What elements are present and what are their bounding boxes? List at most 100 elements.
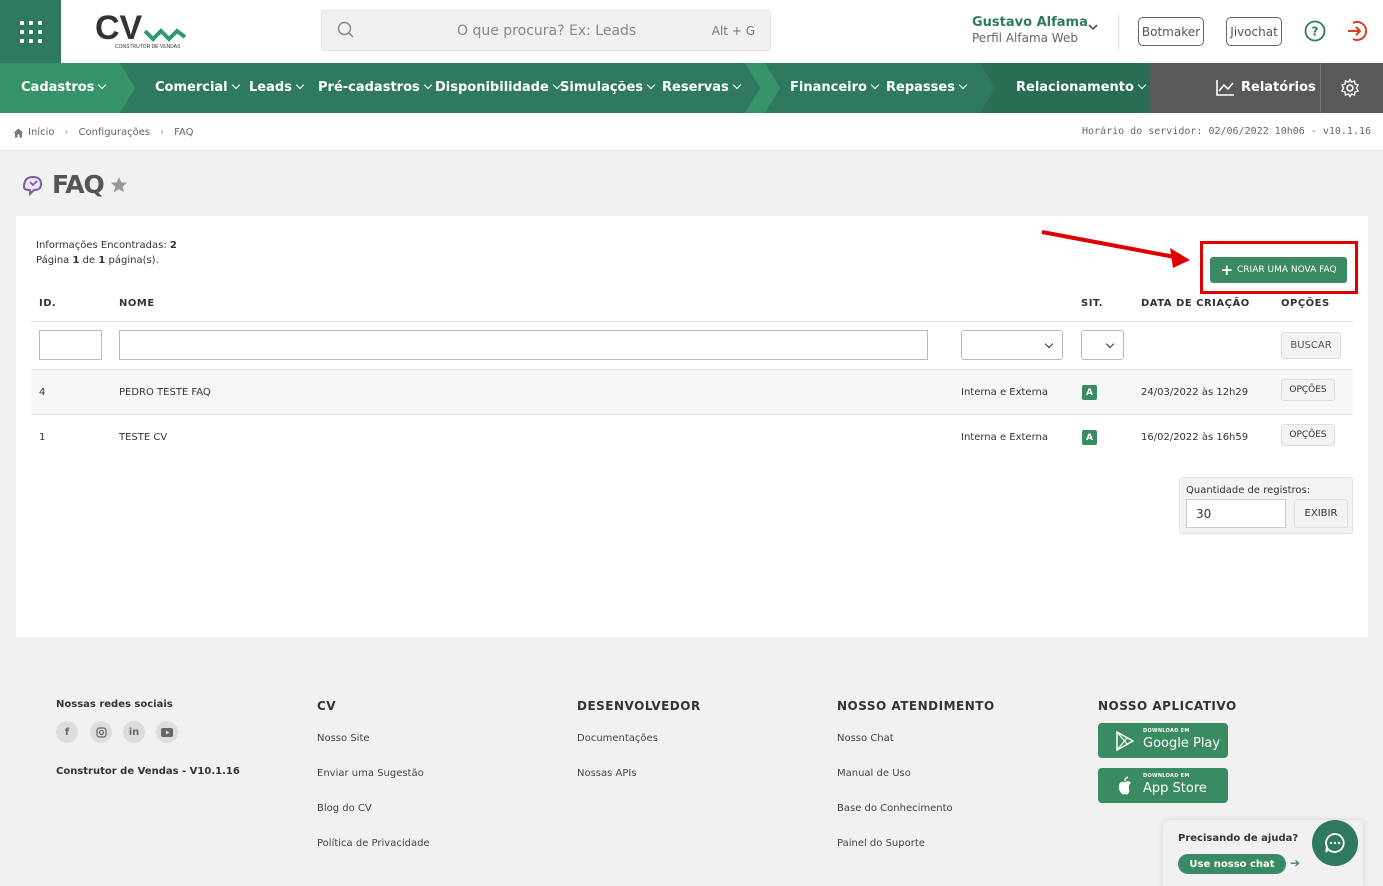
nav-cadastros[interactable]: Cadastros xyxy=(21,80,107,95)
app-store-button[interactable]: DOWNLOAD EM App Store xyxy=(1098,768,1228,803)
google-play-icon xyxy=(1116,731,1134,751)
plus-icon: + xyxy=(1220,261,1234,279)
star-icon[interactable] xyxy=(110,176,128,194)
create-faq-button[interactable]: + CRIAR UMA NOVA FAQ xyxy=(1210,257,1347,283)
logout-icon[interactable] xyxy=(1345,19,1369,43)
gear-icon[interactable] xyxy=(1340,78,1360,98)
chevron-right-icon: › xyxy=(64,127,69,138)
nav-disponibilidade[interactable]: Disponibilidade xyxy=(435,80,562,95)
apple-icon xyxy=(1118,776,1131,795)
page-title: FAQ xyxy=(52,170,105,199)
youtube-icon[interactable] xyxy=(156,721,178,743)
show-button[interactable]: EXIBIR xyxy=(1294,499,1348,528)
instagram-icon[interactable] xyxy=(90,721,112,743)
apps-menu-button[interactable] xyxy=(0,0,61,63)
row-name: TESTE CV xyxy=(119,432,168,443)
breadcrumb-home[interactable]: Início xyxy=(28,127,54,138)
records-input[interactable]: 30 xyxy=(1186,499,1286,528)
user-profile[interactable]: Perfil Alfama Web xyxy=(972,31,1078,45)
footer-link-site[interactable]: Nosso Site xyxy=(317,733,370,744)
nav-reports-area: Relatórios xyxy=(1150,63,1383,113)
footer-link-blog[interactable]: Blog do CV xyxy=(317,803,372,814)
nav-repasses[interactable]: Repasses xyxy=(886,80,968,95)
page-total: 1 xyxy=(98,255,106,266)
records-label: Quantidade de registros: xyxy=(1186,485,1311,496)
row-name: PEDRO TESTE FAQ xyxy=(119,387,211,398)
row-options-button[interactable]: OPÇÕES xyxy=(1281,424,1335,446)
facebook-icon[interactable]: f xyxy=(56,721,78,743)
th-options: OPÇÕES xyxy=(1281,298,1330,309)
faq-icon xyxy=(22,175,43,196)
nav-reservas[interactable]: Reservas xyxy=(662,80,742,95)
nav-financeiro[interactable]: Financeiro xyxy=(790,80,880,95)
footer-link-chat[interactable]: Nosso Chat xyxy=(837,733,894,744)
search-icon xyxy=(337,21,354,38)
user-name[interactable]: Gustavo Alfama xyxy=(972,15,1088,30)
search-button[interactable]: BUSCAR xyxy=(1281,332,1341,359)
filter-name-input[interactable] xyxy=(119,330,928,360)
linkedin-icon[interactable]: in xyxy=(123,721,145,743)
footer-version: Construtor de Vendas - V10.1.16 xyxy=(56,766,240,777)
faq-panel: Informações Encontradas: 2 Página 1 de 1… xyxy=(16,216,1368,637)
table-row[interactable]: 1 TESTE CV Interna e Externa A 16/02/202… xyxy=(31,415,1353,460)
google-play-large: Google Play xyxy=(1143,736,1221,751)
use-chat-button[interactable]: Use nosso chat xyxy=(1178,854,1286,874)
footer-link-manual[interactable]: Manual de Uso xyxy=(837,768,911,779)
home-icon xyxy=(13,128,24,137)
status-badge: A xyxy=(1082,430,1097,445)
search-placeholder: O que procura? Ex: Leads xyxy=(457,23,637,39)
filter-id-input[interactable] xyxy=(39,330,102,360)
footer-support-title: NOSSO ATENDIMENTO xyxy=(837,699,995,713)
main-nav: Cadastros Comercial Leads Pré-cadastros … xyxy=(0,63,1383,113)
chevron-down-icon[interactable] xyxy=(1087,22,1099,32)
header-divider xyxy=(1118,14,1119,50)
filter-type-select[interactable] xyxy=(961,330,1063,360)
page-of: de xyxy=(82,255,96,266)
create-faq-label: CRIAR UMA NOVA FAQ xyxy=(1237,265,1337,275)
filter-sit-select[interactable] xyxy=(1081,330,1124,360)
breadcrumb: Início › Configurações › FAQ xyxy=(13,127,193,138)
nav-relacionamento[interactable]: Relacionamento xyxy=(1016,80,1147,95)
google-play-button[interactable]: DOWNLOAD EM Google Play xyxy=(1098,723,1228,758)
nav-simulacoes[interactable]: Simulações xyxy=(560,80,656,95)
table-row[interactable]: 4 PEDRO TESTE FAQ Interna e Externa A 24… xyxy=(31,370,1353,415)
nav-relatorios[interactable]: Relatórios xyxy=(1241,80,1316,95)
nav-leads[interactable]: Leads xyxy=(249,80,305,95)
page-label: Página xyxy=(36,255,70,266)
results-info: Informações Encontradas: 2 Página 1 de 1… xyxy=(36,238,177,268)
footer-app-title: NOSSO APLICATIVO xyxy=(1098,699,1237,713)
row-options-button[interactable]: OPÇÕES xyxy=(1281,379,1335,401)
nav-comercial[interactable]: Comercial xyxy=(155,80,240,95)
chat-bubble-button[interactable] xyxy=(1312,820,1358,866)
footer-cv-title: CV xyxy=(317,699,337,713)
footer-dev-title: DESENVOLVEDOR xyxy=(577,699,701,713)
th-id[interactable]: ID. xyxy=(39,298,56,309)
google-play-small: DOWNLOAD EM xyxy=(1143,728,1190,734)
footer-link-apis[interactable]: Nossas APIs xyxy=(577,768,637,779)
jivochat-button[interactable]: Jivochat xyxy=(1226,17,1282,46)
botmaker-button[interactable]: Botmaker xyxy=(1138,17,1204,46)
footer-link-support-panel[interactable]: Painel do Suporte xyxy=(837,838,925,849)
svg-text:?: ? xyxy=(1312,25,1319,39)
app-store-large: App Store xyxy=(1143,781,1207,796)
row-type: Interna e Externa xyxy=(961,387,1048,398)
breadcrumb-configuracoes[interactable]: Configurações xyxy=(78,127,150,138)
th-sit[interactable]: SIT. xyxy=(1081,298,1103,309)
page-suffix: página(s). xyxy=(108,255,159,266)
footer-link-docs[interactable]: Documentações xyxy=(577,733,658,744)
th-name[interactable]: NOME xyxy=(119,298,155,309)
chart-icon xyxy=(1216,80,1234,96)
status-badge: A xyxy=(1082,385,1097,400)
top-bar: CV CONSTRUTOR DE VENDAS O que procura? E… xyxy=(0,0,1383,63)
nav-pre-cadastros[interactable]: Pré-cadastros xyxy=(318,80,432,95)
row-type: Interna e Externa xyxy=(961,432,1048,443)
footer-link-knowledge[interactable]: Base do Conhecimento xyxy=(837,803,953,814)
footer-link-privacy[interactable]: Política de Privacidade xyxy=(317,838,430,849)
logo[interactable]: CV CONSTRUTOR DE VENDAS xyxy=(95,9,187,55)
search-bar[interactable]: O que procura? Ex: Leads Alt + G xyxy=(321,10,771,51)
help-icon[interactable]: ? xyxy=(1304,20,1326,42)
breadcrumb-faq: FAQ xyxy=(174,127,194,138)
th-date[interactable]: DATA DE CRIAÇÃO xyxy=(1141,298,1250,309)
footer-link-suggestion[interactable]: Enviar uma Sugestão xyxy=(317,768,424,779)
app-store-small: DOWNLOAD EM xyxy=(1143,773,1190,779)
